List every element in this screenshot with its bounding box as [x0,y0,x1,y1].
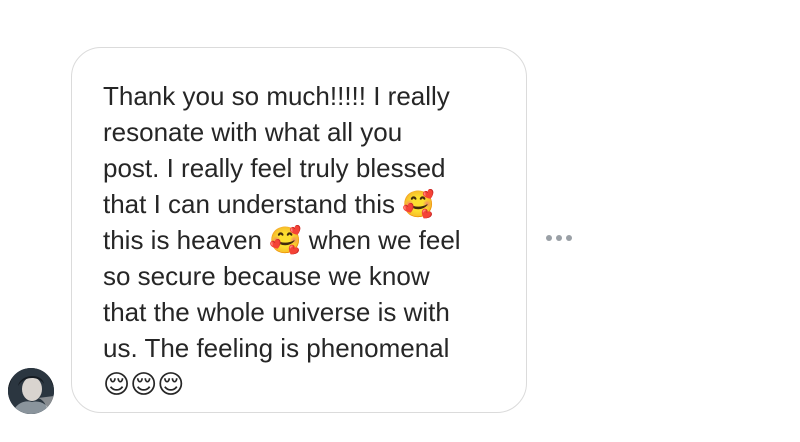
dot [566,235,572,241]
dot [546,235,552,241]
message-more-options-icon[interactable] [546,235,572,241]
message-bubble: Thank you so much!!!!! I really resonate… [71,47,527,413]
message-text: Thank you so much!!!!! I really resonate… [103,81,461,399]
dot [556,235,562,241]
avatar-photo-icon [8,368,54,414]
sender-avatar[interactable] [8,368,54,414]
